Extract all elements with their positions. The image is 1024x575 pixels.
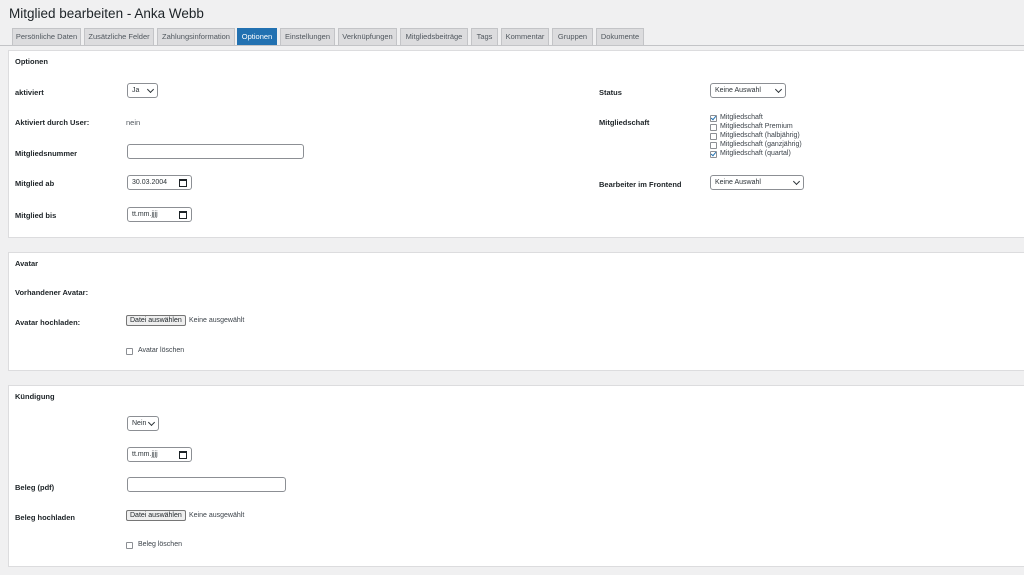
member-number-input[interactable]: [127, 144, 304, 159]
page-title: Mitglied bearbeiten - Anka Webb: [9, 6, 204, 21]
receipt-delete-checkbox[interactable]: [126, 542, 133, 549]
existing-avatar-label: Vorhandener Avatar:: [15, 288, 89, 297]
activated-by-user-value: nein: [126, 118, 141, 127]
status-select[interactable]: Keine Auswahl: [710, 83, 786, 98]
tab-zahlungsinformation[interactable]: Zahlungsinformation: [157, 28, 235, 45]
member-until-label: Mitglied bis: [15, 211, 57, 220]
receipt-label: Beleg (pdf): [15, 483, 55, 492]
cancellation-panel: Kündigung Nein tt.mm.jjjj Beleg (pdf) Be…: [8, 385, 1024, 567]
receipt-input[interactable]: [127, 477, 286, 492]
calendar-icon: [179, 451, 187, 459]
chevron-down-icon: [774, 85, 783, 94]
membership-label: Mitgliedschaft: [599, 118, 650, 127]
tab-tags[interactable]: Tags: [471, 28, 498, 45]
calendar-icon: [179, 179, 187, 187]
tab-kommentar[interactable]: Kommentar: [501, 28, 549, 45]
chevron-down-icon: [146, 85, 155, 94]
membership-checkbox[interactable]: [710, 133, 717, 140]
avatar-panel: Avatar Vorhandener Avatar: Avatar hochla…: [8, 252, 1024, 371]
frontend-editor-select-value: Keine Auswahl: [715, 179, 761, 186]
receipt-delete-label: Beleg löschen: [138, 541, 182, 548]
avatar-delete-label: Avatar löschen: [138, 347, 185, 354]
activated-select-value: Ja: [132, 87, 140, 94]
tab-mitgliedsbeitraege[interactable]: Mitgliedsbeiträge: [400, 28, 468, 45]
status-label: Status: [599, 88, 622, 97]
tab-persoenliche-daten[interactable]: Persönliche Daten: [12, 28, 81, 45]
membership-checkbox[interactable]: [710, 115, 717, 122]
receipt-file-status: Keine ausgewählt: [189, 512, 245, 519]
options-panel-title: Optionen: [15, 57, 48, 66]
options-panel: Optionen aktiviert Ja Aktiviert durch Us…: [8, 50, 1024, 238]
avatar-panel-title: Avatar: [15, 259, 39, 268]
chevron-down-icon: [792, 177, 801, 186]
cancellation-date-value: tt.mm.jjjj: [132, 451, 158, 458]
member-number-label: Mitgliedsnummer: [15, 149, 78, 158]
status-select-value: Keine Auswahl: [715, 87, 761, 94]
membership-option-label: Mitgliedschaft (halbjährig): [720, 132, 800, 139]
tab-dokumente[interactable]: Dokumente: [596, 28, 644, 45]
frontend-editor-label: Bearbeiter im Frontend: [599, 180, 682, 189]
membership-option-label: Mitgliedschaft (ganzjährig): [720, 141, 802, 148]
member-since-date-input[interactable]: 30.03.2004: [127, 175, 192, 190]
activated-by-user-label: Aktiviert durch User:: [15, 118, 90, 127]
cancellation-panel-title: Kündigung: [15, 392, 55, 401]
avatar-upload-label: Avatar hochladen:: [15, 318, 81, 327]
receipt-file-button[interactable]: Datei auswählen: [126, 510, 186, 521]
receipt-upload-label: Beleg hochladen: [15, 513, 76, 522]
avatar-delete-checkbox[interactable]: [126, 348, 133, 355]
tab-einstellungen[interactable]: Einstellungen: [280, 28, 335, 45]
cancellation-select-value: Nein: [132, 420, 147, 427]
membership-checkbox[interactable]: [710, 124, 717, 131]
cancellation-select[interactable]: Nein: [127, 416, 159, 431]
tab-optionen[interactable]: Optionen: [237, 28, 277, 45]
membership-option-label: Mitgliedschaft Premium: [720, 123, 793, 130]
calendar-icon: [179, 211, 187, 219]
member-since-label: Mitglied ab: [15, 179, 55, 188]
activated-select[interactable]: Ja: [127, 83, 158, 98]
tab-verknuepfungen[interactable]: Verknüpfungen: [338, 28, 397, 45]
frontend-editor-select[interactable]: Keine Auswahl: [710, 175, 804, 190]
avatar-file-button[interactable]: Datei auswählen: [126, 315, 186, 326]
tab-divider: [0, 45, 1024, 46]
tab-zusaetzliche-felder[interactable]: Zusätzliche Felder: [84, 28, 154, 45]
tab-gruppen[interactable]: Gruppen: [552, 28, 593, 45]
membership-option-label: Mitgliedschaft (quartal): [720, 150, 791, 157]
cancellation-date-input[interactable]: tt.mm.jjjj: [127, 447, 192, 462]
chevron-down-icon: [147, 418, 156, 427]
member-until-date-value: tt.mm.jjjj: [132, 211, 158, 218]
member-until-date-input[interactable]: tt.mm.jjjj: [127, 207, 192, 222]
activated-label: aktiviert: [15, 88, 44, 97]
membership-option-label: Mitgliedschaft: [720, 114, 763, 121]
member-since-date-value: 30.03.2004: [132, 179, 168, 186]
membership-checkbox[interactable]: [710, 142, 717, 149]
membership-checkbox[interactable]: [710, 151, 717, 158]
avatar-file-status: Keine ausgewählt: [189, 317, 245, 324]
